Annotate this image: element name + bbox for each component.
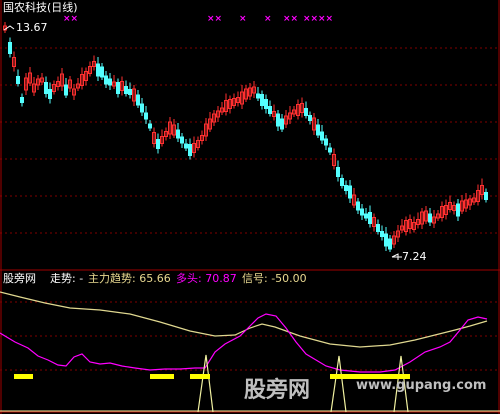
cross-markers: ×× ×× × × ×× ×× ××: [63, 14, 333, 24]
candle-body: [124, 86, 128, 94]
long-line: [0, 313, 488, 373]
watermark-url: www.gupang.com: [356, 378, 487, 393]
candle-body: [64, 84, 68, 96]
candle-body: [388, 238, 392, 250]
candle-body: [348, 185, 352, 199]
stock-chart: ×× ×× × × ×× ×× ××: [0, 0, 500, 414]
candle-body: [96, 63, 100, 77]
candle-body: [316, 124, 320, 136]
candle-body: [376, 224, 380, 232]
candle-body: [180, 136, 184, 144]
candle-body: [44, 82, 48, 94]
candle-body: [16, 76, 20, 84]
candle-body: [144, 112, 148, 120]
candle-body: [364, 213, 368, 219]
candle-body: [100, 66, 104, 78]
indicator-grid: [0, 301, 500, 371]
indicator-name: 股旁网: [3, 272, 36, 285]
candle-body: [140, 103, 144, 113]
candle-body: [116, 82, 120, 94]
cross-marker-icon: ×: [264, 14, 272, 24]
highlight-bars: [14, 374, 410, 379]
cross-marker-icon: ××: [303, 14, 318, 24]
candle-body: [188, 144, 192, 156]
candle-body: [328, 147, 332, 153]
candle-body: [108, 78, 112, 86]
high-price-label: 13.67: [16, 21, 48, 34]
long-label: 多头: 70.87: [176, 272, 237, 285]
candle-body: [356, 201, 360, 211]
watermark-text: 股旁网: [244, 378, 311, 403]
candle-body: [368, 212, 372, 224]
candle-body: [128, 89, 132, 95]
chart-title: 国农科技(日线): [3, 1, 78, 14]
cross-marker-icon: ××: [318, 14, 333, 24]
candle-body: [260, 94, 264, 106]
candle-body: [280, 118, 284, 130]
candle-body: [304, 108, 308, 116]
candle-body: [428, 213, 432, 223]
low-price-label: 7.24: [402, 250, 427, 263]
candle-body: [308, 115, 312, 121]
candle-body: [360, 208, 364, 216]
candle-body: [256, 93, 260, 99]
candle-body: [276, 113, 280, 127]
main-trend-label: 主力趋势: 65.66: [88, 272, 171, 285]
candle-body: [20, 97, 24, 103]
candle-body: [336, 167, 340, 177]
candle-body: [324, 138, 328, 146]
main-grid: [0, 47, 500, 234]
candle-body: [156, 139, 160, 149]
candle-body: [384, 233, 388, 247]
candle-body: [264, 99, 268, 109]
candle-body: [268, 106, 272, 114]
cross-marker-icon: ×: [239, 14, 247, 24]
candle-body: [48, 89, 52, 99]
candle-body: [456, 203, 460, 217]
cross-marker-icon: ××: [283, 14, 298, 24]
cross-marker-icon: ××: [63, 14, 78, 24]
candle-body: [340, 178, 344, 186]
cross-marker-icon: ××: [207, 14, 222, 24]
candle-body: [148, 123, 152, 129]
signal-label: 信号: -50.00: [242, 272, 307, 285]
candle-body: [344, 185, 348, 191]
candle-body: [8, 42, 12, 54]
candle-body: [484, 192, 488, 200]
candle-body: [104, 75, 108, 85]
main-trend-line: [0, 291, 488, 348]
candle-body: [380, 231, 384, 237]
candlestick-series: [3, 22, 488, 252]
trend-label: 走势: -: [50, 272, 84, 285]
candle-body: [320, 131, 324, 141]
candle-body: [184, 143, 188, 149]
candle-body: [176, 129, 180, 139]
candle-body: [136, 94, 140, 106]
